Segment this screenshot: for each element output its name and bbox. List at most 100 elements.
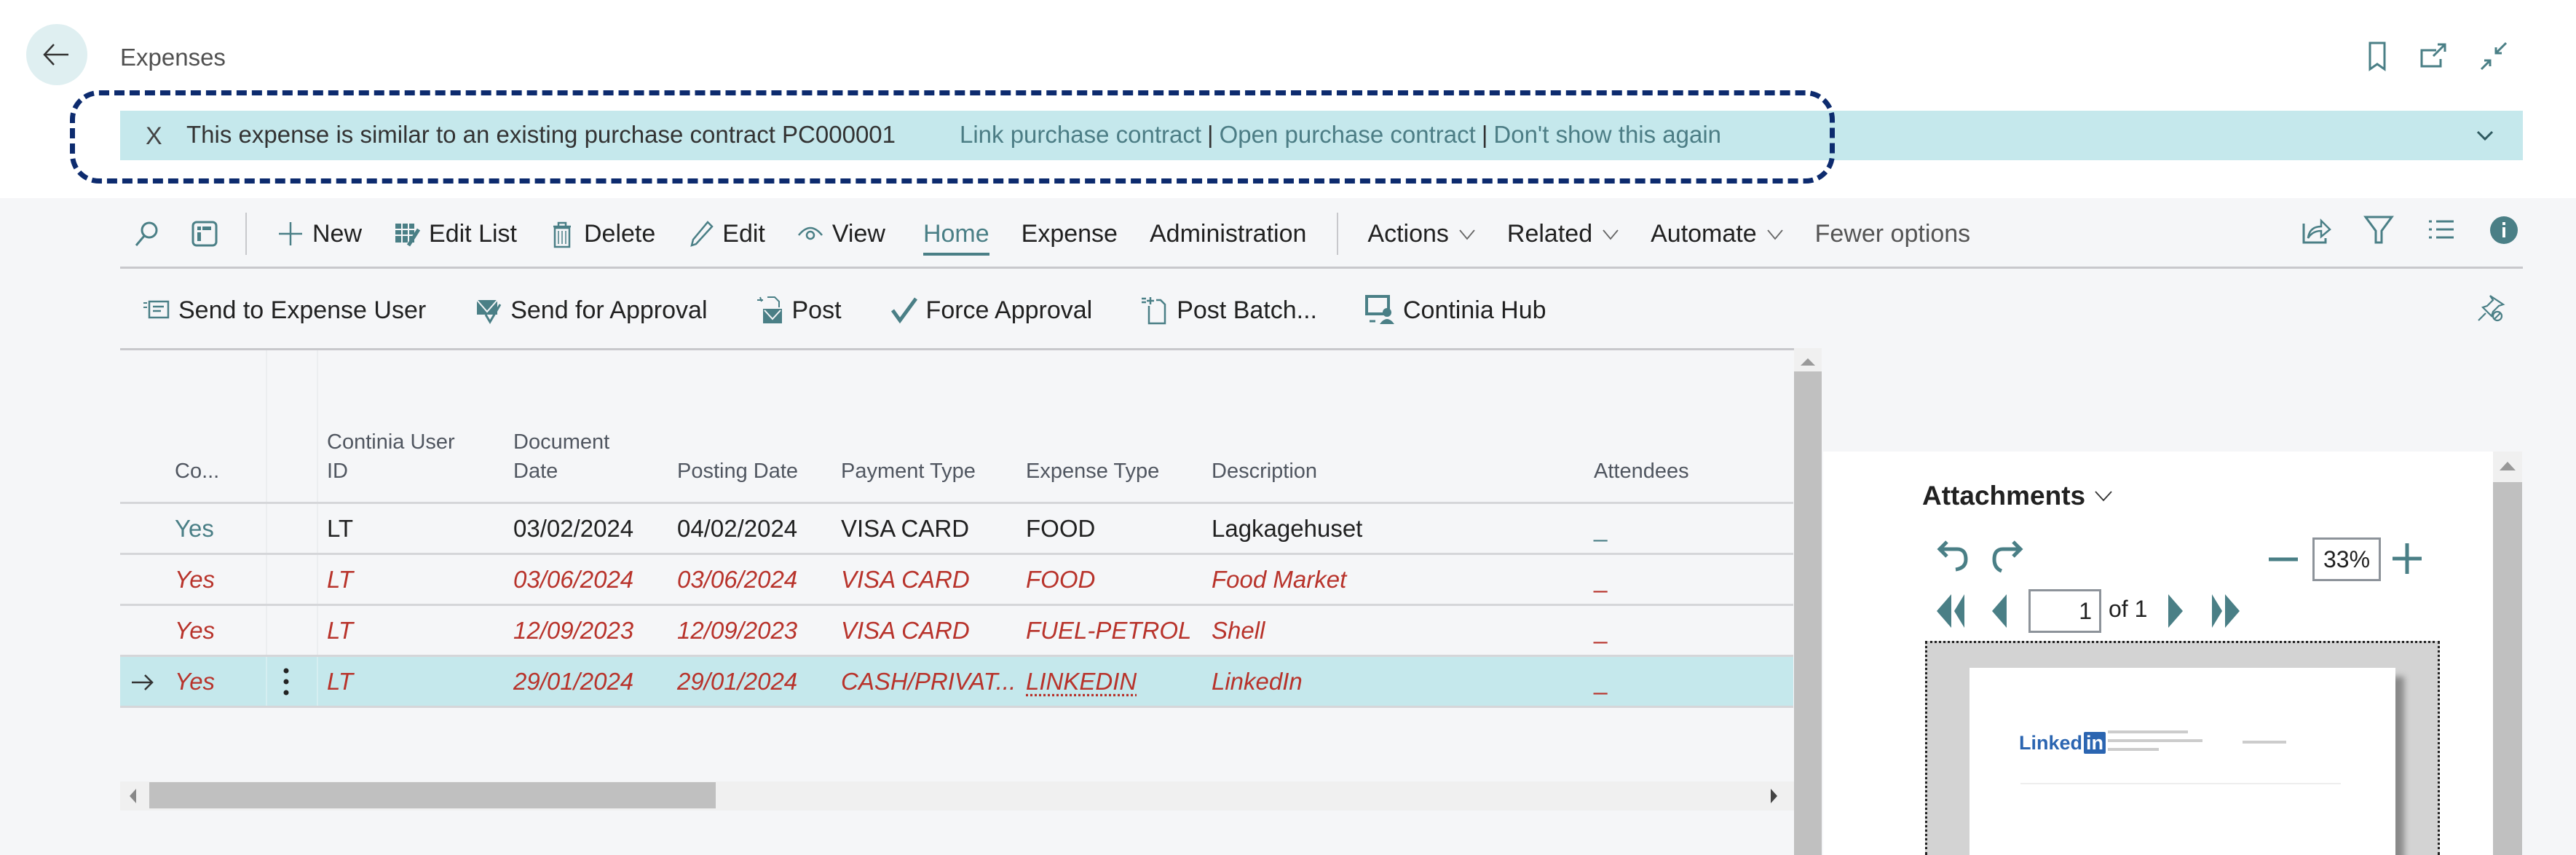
chevron-down-icon[interactable] [2472, 122, 2498, 149]
banner-separator: | [1481, 121, 1488, 148]
send-to-user-icon [143, 300, 170, 319]
show-as-cards-button[interactable] [190, 219, 219, 248]
continia-hub-icon [1364, 295, 1394, 324]
edit-list-button[interactable]: Edit List [392, 219, 517, 248]
rotate-left-icon[interactable] [1937, 537, 1976, 574]
scroll-up-icon[interactable] [2499, 460, 2516, 472]
cell-payment-type: VISA CARD [841, 617, 970, 644]
related-label: Related [1506, 219, 1593, 248]
column-header-attendees[interactable]: Attendees [1594, 457, 1689, 486]
actions-label: Actions [1367, 219, 1449, 248]
page-number-input[interactable]: 1 [2028, 589, 2101, 633]
cell-user-id: LT [327, 668, 354, 695]
row-menu-icon[interactable] [282, 667, 291, 698]
table-row-selected[interactable]: Yes LT 29/01/2024 29/01/2024 CASH/PRIVAT… [120, 657, 1793, 708]
column-separator [266, 350, 267, 502]
tab-home[interactable]: Home [922, 220, 989, 256]
cell-posting-date: 03/06/2024 [677, 566, 798, 593]
menu-related[interactable]: Related [1507, 220, 1621, 248]
column-header-completed[interactable]: Co... [175, 457, 219, 486]
cell-description: Shell [1212, 617, 1265, 644]
cell-user-id: LT [327, 617, 354, 644]
cell-payment-type: CASH/PRIVAT... [841, 668, 1016, 695]
horizontal-scrollbar-thumb[interactable] [149, 782, 716, 808]
table-row[interactable]: Yes LT 03/02/2024 04/02/2024 VISA CARD F… [120, 504, 1793, 555]
info-icon[interactable] [2489, 215, 2519, 245]
unpin-icon[interactable] [2476, 293, 2506, 323]
table-row[interactable]: Yes LT 12/09/2023 12/09/2023 VISA CARD F… [120, 606, 1793, 657]
open-new-window-icon[interactable] [2417, 40, 2449, 72]
menu-automate[interactable]: Automate [1651, 220, 1786, 248]
force-approval-button[interactable]: Force Approval [890, 296, 1092, 325]
open-purchase-contract-link[interactable]: Open purchase contract [1220, 121, 1476, 148]
send-to-expense-user-button[interactable]: Send to Expense User [142, 296, 426, 325]
scroll-right-icon[interactable] [1769, 787, 1779, 805]
next-page-icon[interactable] [2165, 591, 2187, 631]
post-button[interactable]: Post [756, 296, 842, 325]
cell-payment-type: VISA CARD [841, 515, 970, 542]
column-header-description[interactable]: Description [1212, 457, 1317, 486]
chevron-down-icon [1459, 229, 1475, 240]
bookmark-icon[interactable] [2361, 40, 2393, 72]
scroll-left-icon[interactable] [127, 787, 138, 805]
link-purchase-contract-link[interactable]: Link purchase contract [960, 121, 1201, 148]
rotate-right-icon[interactable] [1984, 537, 2023, 574]
cell-attendees[interactable]: _ [1594, 668, 1607, 696]
view-button[interactable]: View [796, 219, 885, 248]
pencil-icon [690, 221, 714, 247]
list-view-icon[interactable] [2426, 215, 2457, 245]
cell-attendees[interactable]: _ [1594, 617, 1607, 645]
tab-administration[interactable]: Administration [1150, 220, 1306, 248]
automate-label: Automate [1651, 219, 1757, 248]
dont-show-again-link[interactable]: Don't show this again [1493, 121, 1721, 148]
continia-hub-button[interactable]: Continia Hub [1364, 295, 1546, 326]
attachments-scrollbar[interactable] [2493, 452, 2522, 855]
cell-payment-type: VISA CARD [841, 566, 970, 593]
last-page-icon[interactable] [2205, 591, 2243, 631]
scroll-up-icon[interactable] [1800, 357, 1816, 367]
plus-icon [279, 222, 302, 245]
cell-attendees[interactable]: _ [1594, 566, 1607, 594]
send-to-expense-user-label: Send to Expense User [178, 296, 427, 324]
vertical-scrollbar[interactable] [1794, 348, 1822, 855]
new-button[interactable]: New [276, 219, 362, 248]
share-icon[interactable] [2301, 215, 2331, 245]
zoom-level-input[interactable]: 33% [2312, 537, 2381, 581]
cell-posting-date: 29/01/2024 [677, 668, 798, 695]
column-header-posting-date[interactable]: Posting Date [677, 457, 798, 486]
zoom-out-icon[interactable] [2266, 545, 2301, 574]
previous-page-icon[interactable] [1988, 591, 2010, 631]
search-button[interactable] [132, 219, 161, 248]
table-row[interactable]: Yes LT 03/06/2024 03/06/2024 VISA CARD F… [120, 555, 1793, 606]
post-batch-button[interactable]: Post Batch... [1140, 296, 1317, 325]
column-header-expense-type[interactable]: Expense Type [1026, 457, 1159, 486]
column-separator [266, 555, 267, 604]
column-separator [266, 504, 267, 553]
header-line: Date [513, 460, 558, 483]
attachments-title[interactable]: Attachments [1922, 481, 2114, 511]
cell-attendees[interactable]: _ [1594, 515, 1607, 543]
zoom-in-icon[interactable] [2390, 540, 2425, 577]
cell-expense-type[interactable]: LINKEDIN [1026, 668, 1137, 696]
column-header-document-date[interactable]: Document Date [513, 428, 609, 486]
cell-document-date: 03/06/2024 [513, 566, 634, 593]
back-button[interactable] [26, 24, 87, 85]
filter-icon[interactable] [2363, 215, 2394, 245]
cell-description: Food Market [1212, 566, 1347, 593]
send-for-approval-button[interactable]: Send for Approval [474, 296, 708, 325]
send-for-approval-label: Send for Approval [510, 296, 708, 324]
column-header-payment-type[interactable]: Payment Type [841, 457, 976, 486]
column-header-user-id[interactable]: Continia User ID [327, 428, 455, 486]
row-pointer-arrow-icon [132, 674, 154, 690]
fewer-options-button[interactable]: Fewer options [1815, 220, 1971, 248]
first-page-icon[interactable] [1934, 591, 1972, 631]
collapse-icon[interactable] [2477, 40, 2509, 72]
promoted-actions: Send to Expense User Send for Approval P… [142, 289, 1595, 331]
menu-actions[interactable]: Actions [1367, 220, 1478, 248]
edit-button[interactable]: Edit [686, 219, 765, 248]
continia-hub-label: Continia Hub [1402, 296, 1546, 324]
delete-button[interactable]: Delete [548, 219, 655, 248]
tab-expense[interactable]: Expense [1022, 220, 1118, 248]
dismiss-banner-button[interactable]: X [146, 122, 162, 151]
logo-text: Linked [2019, 732, 2083, 754]
